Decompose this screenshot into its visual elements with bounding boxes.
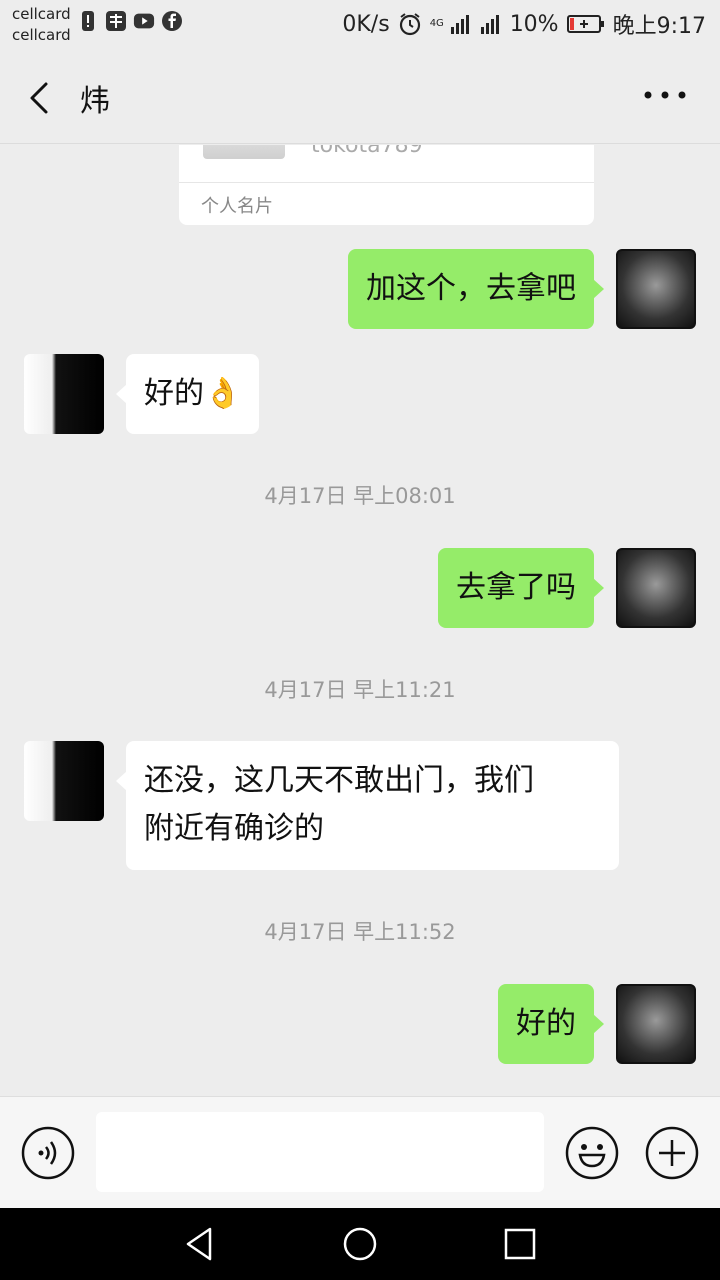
message-bubble-sent[interactable]: 去拿了吗 bbox=[438, 548, 604, 628]
message-text-line-2: 附近有确诊的 bbox=[144, 811, 324, 846]
emoji-icon[interactable] bbox=[565, 1126, 619, 1180]
alarm-icon bbox=[399, 13, 420, 36]
my-avatar[interactable] bbox=[616, 249, 696, 329]
card-type-label: 个人名片 bbox=[201, 196, 273, 217]
my-avatar[interactable] bbox=[616, 548, 696, 628]
my-avatar[interactable] bbox=[616, 984, 696, 1064]
message-bubble-sent[interactable]: 加这个，去拿吧 bbox=[348, 249, 604, 329]
network-type: 4G bbox=[429, 18, 444, 29]
status-right: 0K/s 4G 10% 晚上9:17 bbox=[342, 8, 706, 40]
more-functions-icon[interactable] bbox=[645, 1126, 699, 1180]
carrier-2: cellcard bbox=[12, 26, 71, 44]
battery-icon bbox=[566, 15, 604, 33]
net-speed: 0K/s bbox=[342, 11, 390, 37]
nav-back-icon[interactable] bbox=[182, 1226, 218, 1262]
message-text: 去拿了吗 bbox=[456, 570, 576, 605]
message-text: 好的 bbox=[516, 1006, 576, 1041]
chat-screen: cellcard cellcard 0K/s 4G 10% 晚上9:17 炜 t… bbox=[0, 0, 720, 1280]
message-bubble-received[interactable]: 还没，这几天不敢出门，我们 附近有确诊的 bbox=[116, 741, 619, 870]
youtube-icon bbox=[133, 13, 155, 29]
voice-input-icon[interactable] bbox=[21, 1126, 75, 1180]
message-input[interactable] bbox=[96, 1112, 544, 1192]
app-icon bbox=[106, 11, 126, 31]
message-timestamp: 4月17日 早上11:21 bbox=[264, 678, 456, 702]
notification-icons bbox=[77, 10, 183, 32]
message-text: 加这个，去拿吧 bbox=[366, 271, 576, 306]
message-timestamp: 4月17日 早上08:01 bbox=[264, 484, 456, 508]
facebook-icon bbox=[162, 11, 182, 31]
message-bubble-sent[interactable]: 好的 bbox=[498, 984, 604, 1064]
contact-avatar[interactable] bbox=[24, 741, 104, 821]
card-wechat-id: tokota789 bbox=[311, 145, 423, 158]
signal-icon bbox=[450, 15, 469, 34]
nav-recents-icon[interactable] bbox=[502, 1226, 538, 1262]
message-text: 好的👌 bbox=[144, 376, 242, 411]
clock: 晚上9:17 bbox=[612, 14, 706, 39]
message-text-line-1: 还没，这几天不敢出门，我们 bbox=[144, 763, 534, 798]
signal-icon-2 bbox=[480, 15, 499, 34]
alert-icon bbox=[82, 11, 94, 31]
message-bubble-received[interactable]: 好的👌 bbox=[115, 354, 260, 434]
card-avatar bbox=[203, 145, 285, 159]
carrier-names: cellcard cellcard bbox=[12, 4, 71, 46]
system-nav-bar bbox=[0, 1208, 720, 1280]
back-arrow-icon[interactable] bbox=[22, 78, 58, 118]
more-options-icon[interactable] bbox=[640, 80, 690, 110]
nav-home-icon[interactable] bbox=[342, 1226, 378, 1262]
message-timestamp: 4月17日 早上11:52 bbox=[264, 920, 456, 944]
status-bar: cellcard cellcard 0K/s 4G 10% 晚上9:17 bbox=[0, 0, 720, 50]
carrier-1: cellcard bbox=[12, 5, 71, 23]
contact-avatar[interactable] bbox=[24, 354, 104, 434]
battery-percent: 10% bbox=[509, 11, 559, 37]
contact-card[interactable]: tokota789 个人名片 bbox=[179, 145, 594, 225]
chat-title: 炜 bbox=[80, 84, 110, 119]
input-bar bbox=[0, 1096, 720, 1208]
card-top: tokota789 bbox=[179, 145, 594, 183]
chat-header: 炜 bbox=[0, 50, 720, 144]
